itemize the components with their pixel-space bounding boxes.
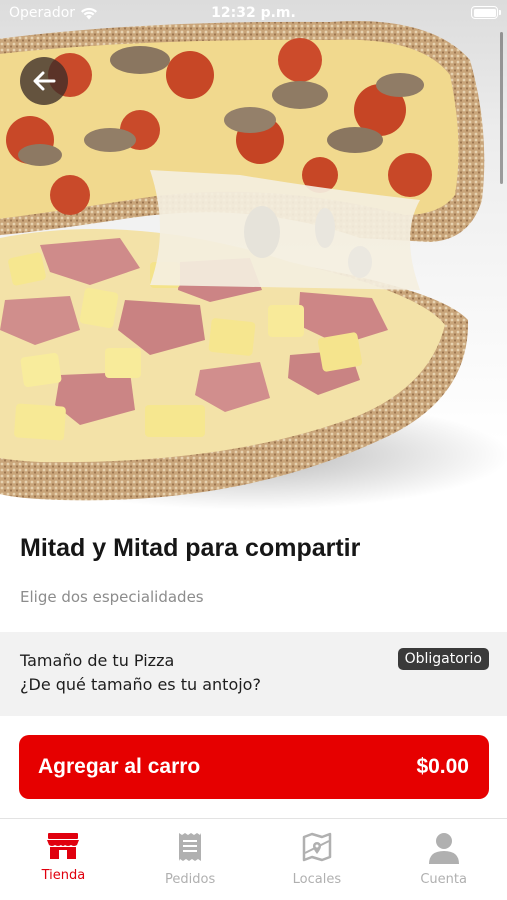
product-title: Mitad y Mitad para compartir	[20, 534, 361, 562]
tab-label: Locales	[292, 872, 342, 887]
option-question: ¿De qué tamaño es tu antojo?	[20, 675, 261, 694]
option-title: Tamaño de tu Pizza	[20, 651, 175, 670]
add-to-cart-label: Agregar al carro	[38, 755, 201, 778]
tab-pedidos[interactable]: Pedidos	[127, 819, 254, 900]
pizza-illustration	[0, 21, 507, 510]
user-icon	[428, 833, 459, 864]
scroll-indicator	[500, 32, 503, 184]
size-option-section[interactable]: Tamaño de tu Pizza ¿De qué tamaño es tu …	[0, 632, 507, 716]
battery-icon	[471, 6, 501, 19]
store-icon	[47, 833, 80, 859]
status-bar: Operador 12:32 p.m.	[0, 0, 507, 28]
tab-locales[interactable]: Locales	[254, 819, 381, 900]
map-icon	[302, 832, 332, 862]
cart-price: $0.00	[416, 755, 469, 778]
product-image	[0, 0, 507, 520]
tab-label: Pedidos	[165, 872, 216, 887]
product-subtitle: Elige dos especialidades	[20, 588, 204, 606]
tab-tienda[interactable]: Tienda	[0, 819, 127, 900]
receipt-icon	[179, 833, 202, 861]
back-button[interactable]	[20, 57, 68, 105]
tab-label: Cuenta	[420, 872, 467, 887]
tab-bar: Tienda Pedidos Locales Cuenta	[0, 818, 507, 900]
required-badge: Obligatorio	[397, 648, 489, 670]
tab-cuenta[interactable]: Cuenta	[380, 819, 507, 900]
arrow-left-icon	[33, 71, 56, 91]
add-to-cart-button[interactable]: Agregar al carro $0.00	[19, 735, 489, 799]
tab-label: Tienda	[41, 868, 86, 883]
status-time: 12:32 p.m.	[211, 5, 296, 21]
